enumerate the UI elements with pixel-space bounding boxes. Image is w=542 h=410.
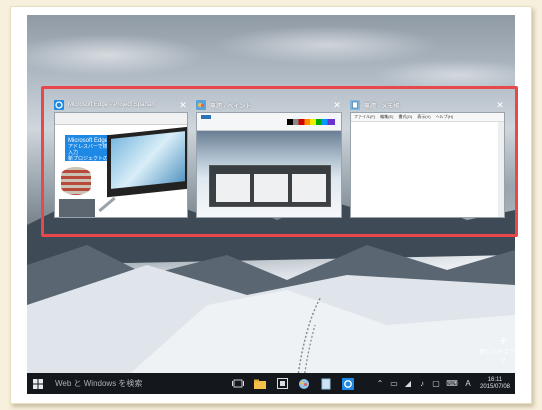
close-icon[interactable]: ✕ <box>495 100 505 111</box>
edge-icon <box>342 377 354 390</box>
window-card-header: 無題 - メモ帳 ✕ <box>350 98 505 112</box>
clock-date: 2015/07/08 <box>479 383 511 390</box>
folder-icon <box>254 379 266 389</box>
file-explorer-button[interactable] <box>249 373 271 394</box>
search-placeholder: Web と Windows を検索 <box>55 379 143 388</box>
notepad-menu-bar: ファイル(F) 編集(E) 書式(O) 表示(V) ヘルプ(H) <box>351 113 504 122</box>
show-hidden-icons-chevron-up-icon[interactable]: ⌃ <box>373 373 387 394</box>
keyboard-image <box>59 199 95 217</box>
window-card-header: 無題 - ペイント ✕ <box>196 98 342 112</box>
clock[interactable]: 16:11 2015/07/08 <box>475 377 515 391</box>
store-icon <box>276 378 288 389</box>
new-desktop-label: 新しいデスクトップ <box>478 350 527 365</box>
battery-icon[interactable]: ▭ <box>387 373 401 394</box>
start-button[interactable] <box>27 373 49 394</box>
store-button[interactable] <box>271 373 293 394</box>
close-icon[interactable]: ✕ <box>332 100 342 111</box>
menu-file: ファイル(F) <box>354 114 376 119</box>
paint-ribbon <box>197 113 341 131</box>
close-icon[interactable]: ✕ <box>178 100 188 111</box>
action-center-icon[interactable]: ▢ <box>429 373 443 394</box>
edge-taskbar-button[interactable] <box>337 373 359 394</box>
window-card-notepad[interactable]: 無題 - メモ帳 ✕ ファイル(F) 編集(E) 書式(O) 表示(V) ヘルプ… <box>350 98 505 218</box>
window-thumbnail[interactable]: Microsoft Edge アドレスバーで検索・入力 新プロジェクトの詳細 <box>54 112 188 218</box>
paint-canvas <box>197 131 341 217</box>
clock-time: 16:11 <box>487 376 503 383</box>
keyboard-icon[interactable]: ⌨ <box>443 373 461 394</box>
scrollbar[interactable] <box>498 122 504 217</box>
tape-image <box>61 167 91 195</box>
menu-view: 表示(V) <box>417 114 431 119</box>
window-thumbnail[interactable]: ファイル(F) 編集(E) 書式(O) 表示(V) ヘルプ(H) <box>350 112 505 218</box>
notepad-icon <box>350 100 360 110</box>
menu-format: 書式(O) <box>398 114 413 119</box>
paint-icon <box>299 378 309 389</box>
search-box[interactable]: Web と Windows を検索 <box>49 373 199 394</box>
edge-icon <box>54 100 64 110</box>
menu-help: ヘルプ(H) <box>435 114 454 119</box>
canvas-screenshot <box>209 165 331 207</box>
network-icon[interactable]: ◢ <box>401 373 415 394</box>
ime-mode-indicator[interactable]: A <box>461 373 475 394</box>
paint-taskbar-button[interactable] <box>293 373 315 394</box>
window-card-edge[interactable]: Microsoft Edge - Project Spartan ✕ Micro… <box>54 98 188 218</box>
menu-edit: 編集(E) <box>380 114 394 119</box>
new-desktop-button[interactable]: + 新しいデスクトップ <box>478 332 528 365</box>
task-view-button[interactable] <box>227 373 249 394</box>
window-thumbnail[interactable] <box>196 112 342 218</box>
taskbar: Web と Windows を検索 ⌃ ▭ ◢ ♪ ▢ ⌨ A 16:11 20… <box>27 373 515 394</box>
window-card-header: Microsoft Edge - Project Spartan ✕ <box>54 98 188 112</box>
paint-icon <box>196 100 206 110</box>
window-title: 無題 - ペイント <box>210 103 252 110</box>
window-card-paint[interactable]: 無題 - ペイント ✕ <box>196 98 342 218</box>
device-image <box>107 126 187 198</box>
window-title: 無題 - メモ帳 <box>364 103 400 110</box>
plus-icon: + <box>498 332 508 348</box>
pen-image <box>98 196 116 213</box>
window-title: Microsoft Edge - Project Spartan <box>68 102 155 108</box>
browser-toolbar <box>55 113 187 125</box>
notepad-taskbar-button[interactable] <box>315 373 337 394</box>
system-tray: ⌃ ▭ ◢ ♪ ▢ ⌨ A 16:11 2015/07/08 <box>373 373 515 394</box>
windows-logo-icon <box>33 378 43 389</box>
notepad-icon <box>321 378 331 389</box>
volume-icon[interactable]: ♪ <box>415 373 429 394</box>
task-view-icon <box>232 379 244 388</box>
